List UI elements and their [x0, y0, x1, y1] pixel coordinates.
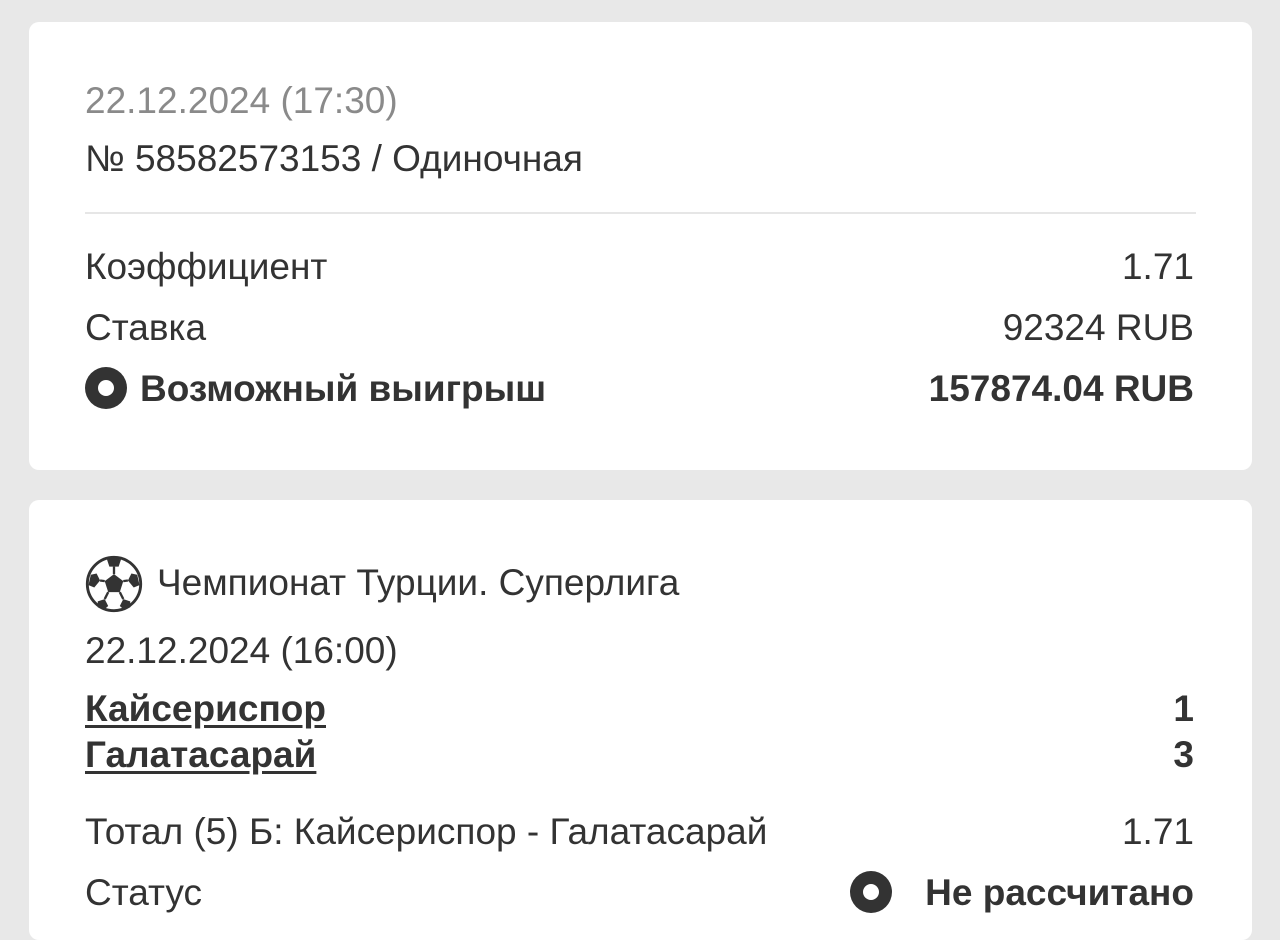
coefficient-value: 1.71 [1121, 246, 1194, 287]
divider [85, 212, 1196, 214]
event-datetime: 22.12.2024 (16:00) [85, 630, 398, 671]
status-label: Статус [85, 872, 202, 913]
away-team-score: 3 [1173, 734, 1194, 775]
possible-win-label: Возможный выигрыш [140, 368, 547, 409]
soccer-ball-icon [85, 555, 143, 613]
stake-value: 92324 RUB [1002, 307, 1194, 348]
ticket-number: № 58582573153 / Одиночная [85, 138, 583, 179]
coefficient-label: Коэффициент [85, 246, 328, 287]
market-coefficient: 1.71 [1121, 811, 1194, 852]
possible-win-value: 157874.04 RUB [928, 368, 1194, 409]
status-value: Не рассчитано [925, 872, 1194, 913]
home-team-link[interactable]: Кайсериспор [85, 690, 326, 727]
bet-summary-card: 22.12.2024 (17:30) № 58582573153 / Одино… [29, 22, 1252, 470]
event-card: Чемпионат Турции. Суперлига 22.12.2024 (… [29, 500, 1252, 940]
league-name: Чемпионат Турции. Суперлига [157, 562, 680, 603]
stake-label: Ставка [85, 307, 207, 348]
market-label: Тотал (5) Б: Кайсериспор - Галатасарай [85, 811, 768, 852]
home-team-score: 1 [1173, 688, 1194, 729]
away-team-link[interactable]: Галатасарай [85, 736, 316, 773]
possible-win-indicator-icon [85, 367, 127, 409]
status-indicator-icon [850, 871, 892, 913]
bet-datetime: 22.12.2024 (17:30) [85, 80, 398, 121]
